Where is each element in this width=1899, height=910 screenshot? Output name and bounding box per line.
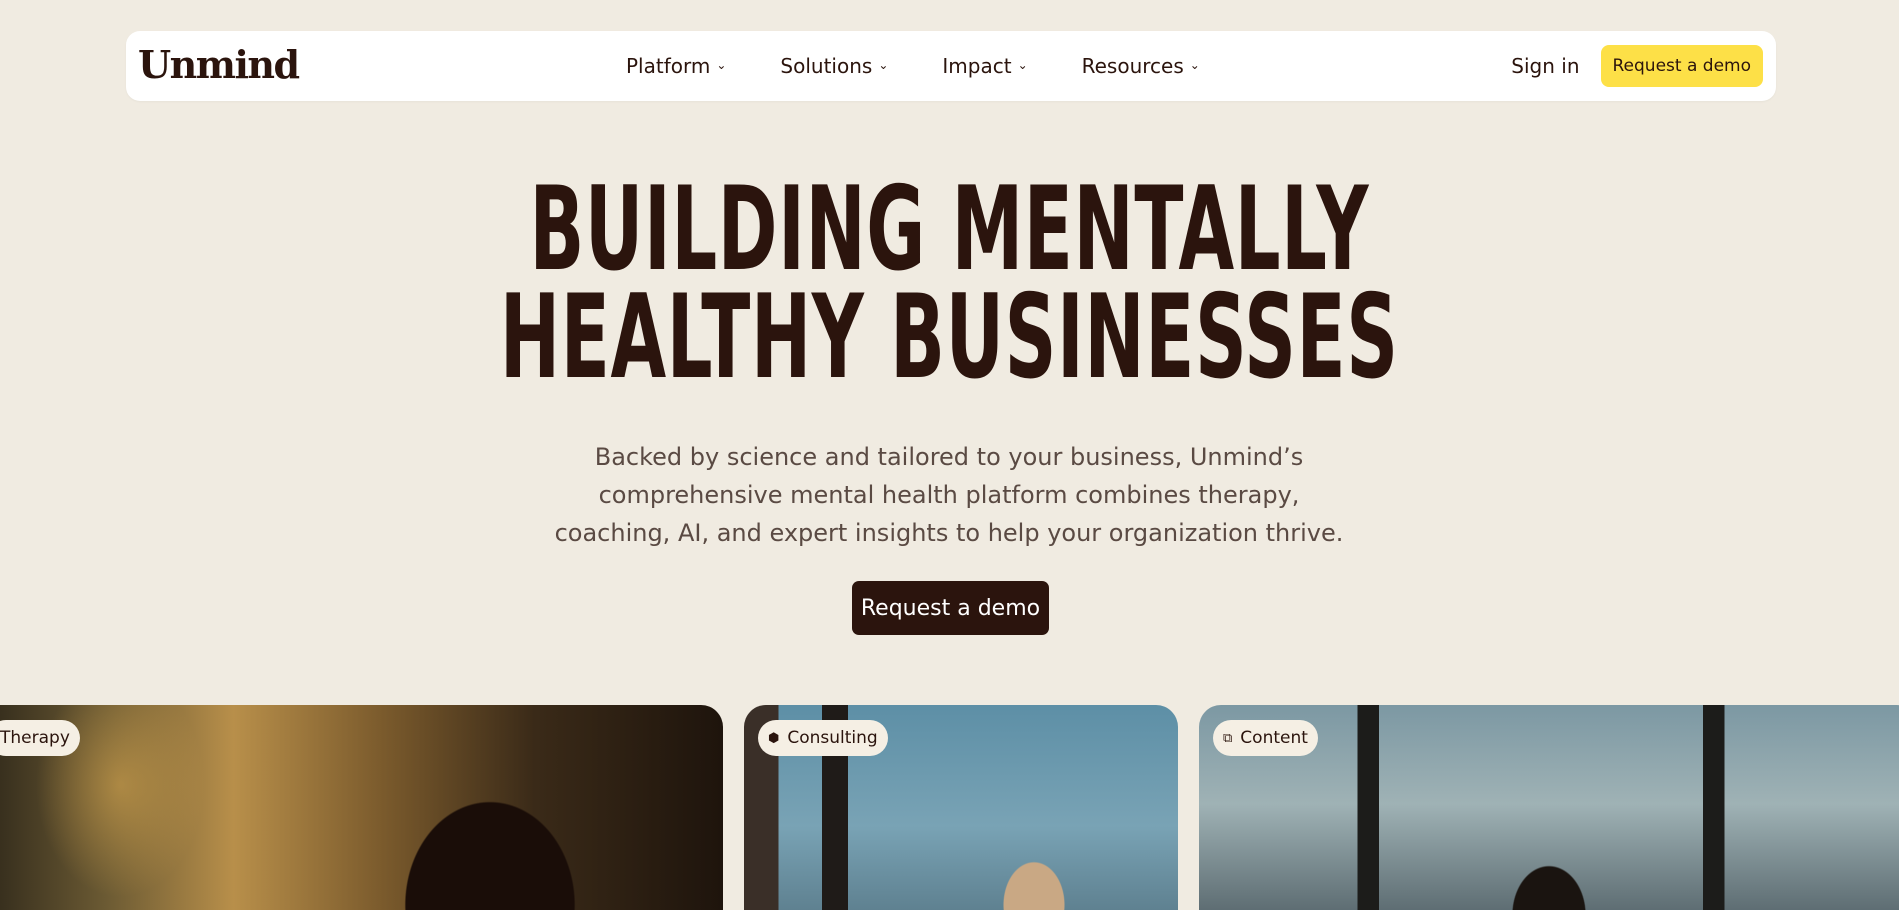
hero-subtitle: Backed by science and tailored to your b… — [554, 443, 1344, 547]
card-tag: ⬢ Consulting — [758, 720, 888, 756]
card-tag-label: Therapy — [0, 728, 70, 748]
content-card[interactable]: ⧉ Content — [1199, 705, 1899, 910]
chevron-down-icon: ⌄ — [1189, 58, 1200, 72]
consulting-icon: ⬢ — [768, 730, 780, 746]
nav-actions: Sign in Request a demo — [1511, 44, 1763, 88]
card-tag: ⧉ Content — [1213, 720, 1318, 756]
sign-in-link[interactable]: Sign in — [1511, 54, 1579, 78]
hero-title: BUILDING MENTALLY HEALTHY BUSINESSES — [361, 162, 1538, 405]
consulting-card[interactable]: ⬢ Consulting — [744, 705, 1178, 910]
nav-item-impact[interactable]: Impact ⌄ — [942, 54, 1027, 78]
main-nav: Platform ⌄ Solutions ⌄ Impact ⌄ Resource… — [626, 31, 1254, 101]
content-icon: ⧉ — [1223, 730, 1233, 746]
nav-item-label: Resources — [1081, 54, 1184, 78]
request-demo-button-nav[interactable]: Request a demo — [1600, 45, 1763, 87]
card-tag-label: Consulting — [787, 728, 878, 748]
card-tag-label: Content — [1240, 728, 1308, 748]
chevron-down-icon: ⌄ — [716, 58, 727, 72]
chevron-down-icon: ⌄ — [878, 58, 889, 72]
hero-title-line-1: BUILDING MENTALLY — [529, 162, 1370, 297]
nav-item-label: Platform — [626, 54, 711, 78]
top-navbar: Unmind Platform ⌄ Solutions ⌄ Impact ⌄ R… — [126, 31, 1776, 101]
hero-title-line-2: HEALTHY BUSINESSES — [499, 270, 1399, 405]
nav-item-label: Impact — [942, 54, 1012, 78]
nav-item-solutions[interactable]: Solutions ⌄ — [780, 54, 888, 78]
therapy-card[interactable]: Therapy — [0, 705, 723, 910]
nav-item-label: Solutions — [780, 54, 873, 78]
unmind-logo[interactable]: Unmind — [138, 43, 300, 87]
card-tag: Therapy — [0, 720, 80, 756]
nav-item-resources[interactable]: Resources ⌄ — [1082, 54, 1200, 78]
request-demo-button-hero[interactable]: Request a demo — [852, 581, 1049, 635]
nav-item-platform[interactable]: Platform ⌄ — [626, 54, 726, 78]
chevron-down-icon: ⌄ — [1017, 58, 1028, 72]
